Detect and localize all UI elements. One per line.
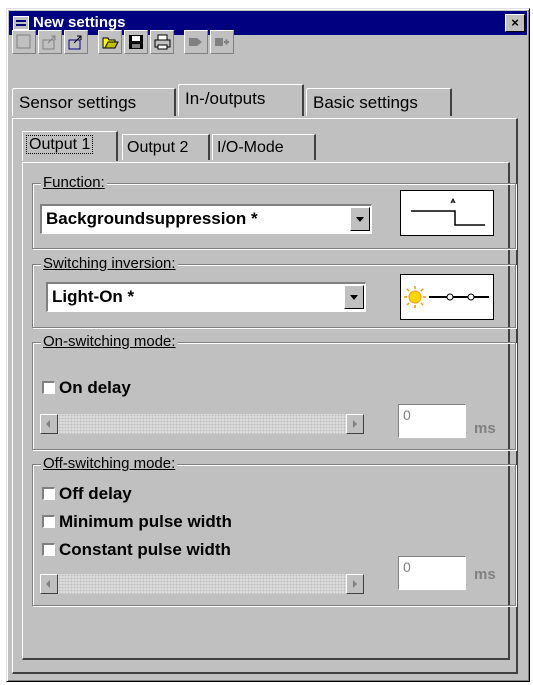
on-delay-slider[interactable] <box>40 414 364 434</box>
load-from-sensor-icon <box>68 35 82 50</box>
inversion-label: Switching inversion: <box>41 255 178 272</box>
open-folder-icon <box>102 37 119 49</box>
function-select[interactable]: Backgroundsuppression * <box>40 204 372 234</box>
scroll-left-icon[interactable] <box>40 574 58 594</box>
function-value: Backgroundsuppression * <box>46 209 258 228</box>
window-icon <box>13 16 29 30</box>
load-from-sensor-button[interactable] <box>64 30 88 54</box>
tab-io-mode[interactable]: I/O-Mode <box>212 134 316 160</box>
tab-output-1[interactable]: Output 1 <box>22 131 118 161</box>
constant-pulse-checkbox[interactable]: Constant pulse width <box>42 540 231 560</box>
save-to-sensor-button[interactable] <box>38 30 62 54</box>
constant-pulse-label: Constant pulse width <box>59 540 231 559</box>
tab-output-1-label: Output 1 <box>25 135 94 154</box>
off-switching-label: Off-switching mode: <box>41 455 178 472</box>
new-icon <box>16 34 31 49</box>
off-delay-unit: ms <box>474 566 496 583</box>
tab-basic-settings[interactable]: Basic settings <box>306 88 452 116</box>
checkbox-box[interactable] <box>42 515 55 528</box>
function-diagram <box>400 190 494 236</box>
scroll-right-icon[interactable] <box>346 414 364 434</box>
checkbox-box[interactable] <box>42 487 55 500</box>
print-button[interactable] <box>150 30 174 54</box>
minimum-pulse-label: Minimum pulse width <box>59 512 232 531</box>
scroll-right-icon[interactable] <box>346 574 364 594</box>
save-disk-icon <box>129 35 143 49</box>
scroll-left-icon[interactable] <box>40 414 58 434</box>
inversion-diagram <box>400 274 494 320</box>
function-label: Function: <box>41 174 107 191</box>
close-button[interactable]: × <box>505 14 525 32</box>
inversion-select[interactable]: Light-On * <box>46 282 366 312</box>
window-title: New settings <box>33 14 126 31</box>
on-switching-label: On-switching mode: <box>41 333 178 350</box>
off-delay-label: Off delay <box>59 484 132 503</box>
on-delay-checkbox[interactable]: On delay <box>42 378 131 398</box>
on-delay-label: On delay <box>59 378 131 397</box>
play-forward-icon <box>189 38 202 46</box>
new-button[interactable] <box>12 30 36 54</box>
off-delay-field[interactable]: 0 <box>398 556 466 590</box>
light-on-switch-icon <box>404 286 489 308</box>
inversion-value: Light-On * <box>52 287 135 306</box>
chevron-down-icon[interactable] <box>350 207 370 231</box>
open-button[interactable] <box>98 30 122 54</box>
off-delay-slider[interactable] <box>40 574 364 594</box>
checkbox-box[interactable] <box>42 381 55 394</box>
off-delay-checkbox[interactable]: Off delay <box>42 484 132 504</box>
tab-in-outputs[interactable]: In-/outputs <box>178 84 304 116</box>
tab-output-2[interactable]: Output 2 <box>122 134 210 160</box>
tab-sensor-settings[interactable]: Sensor settings <box>12 88 176 116</box>
play-forward-button[interactable] <box>184 30 208 54</box>
minimum-pulse-checkbox[interactable]: Minimum pulse width <box>42 512 232 532</box>
play-add-icon <box>215 38 229 46</box>
print-icon <box>154 34 171 50</box>
checkbox-box[interactable] <box>42 543 55 556</box>
on-delay-field[interactable]: 0 <box>398 404 466 438</box>
on-delay-unit: ms <box>474 420 496 437</box>
save-to-sensor-icon <box>42 35 56 50</box>
background-suppression-icon <box>411 197 485 226</box>
save-button[interactable] <box>124 30 148 54</box>
play-add-button[interactable] <box>210 30 234 54</box>
chevron-down-icon[interactable] <box>344 285 364 309</box>
